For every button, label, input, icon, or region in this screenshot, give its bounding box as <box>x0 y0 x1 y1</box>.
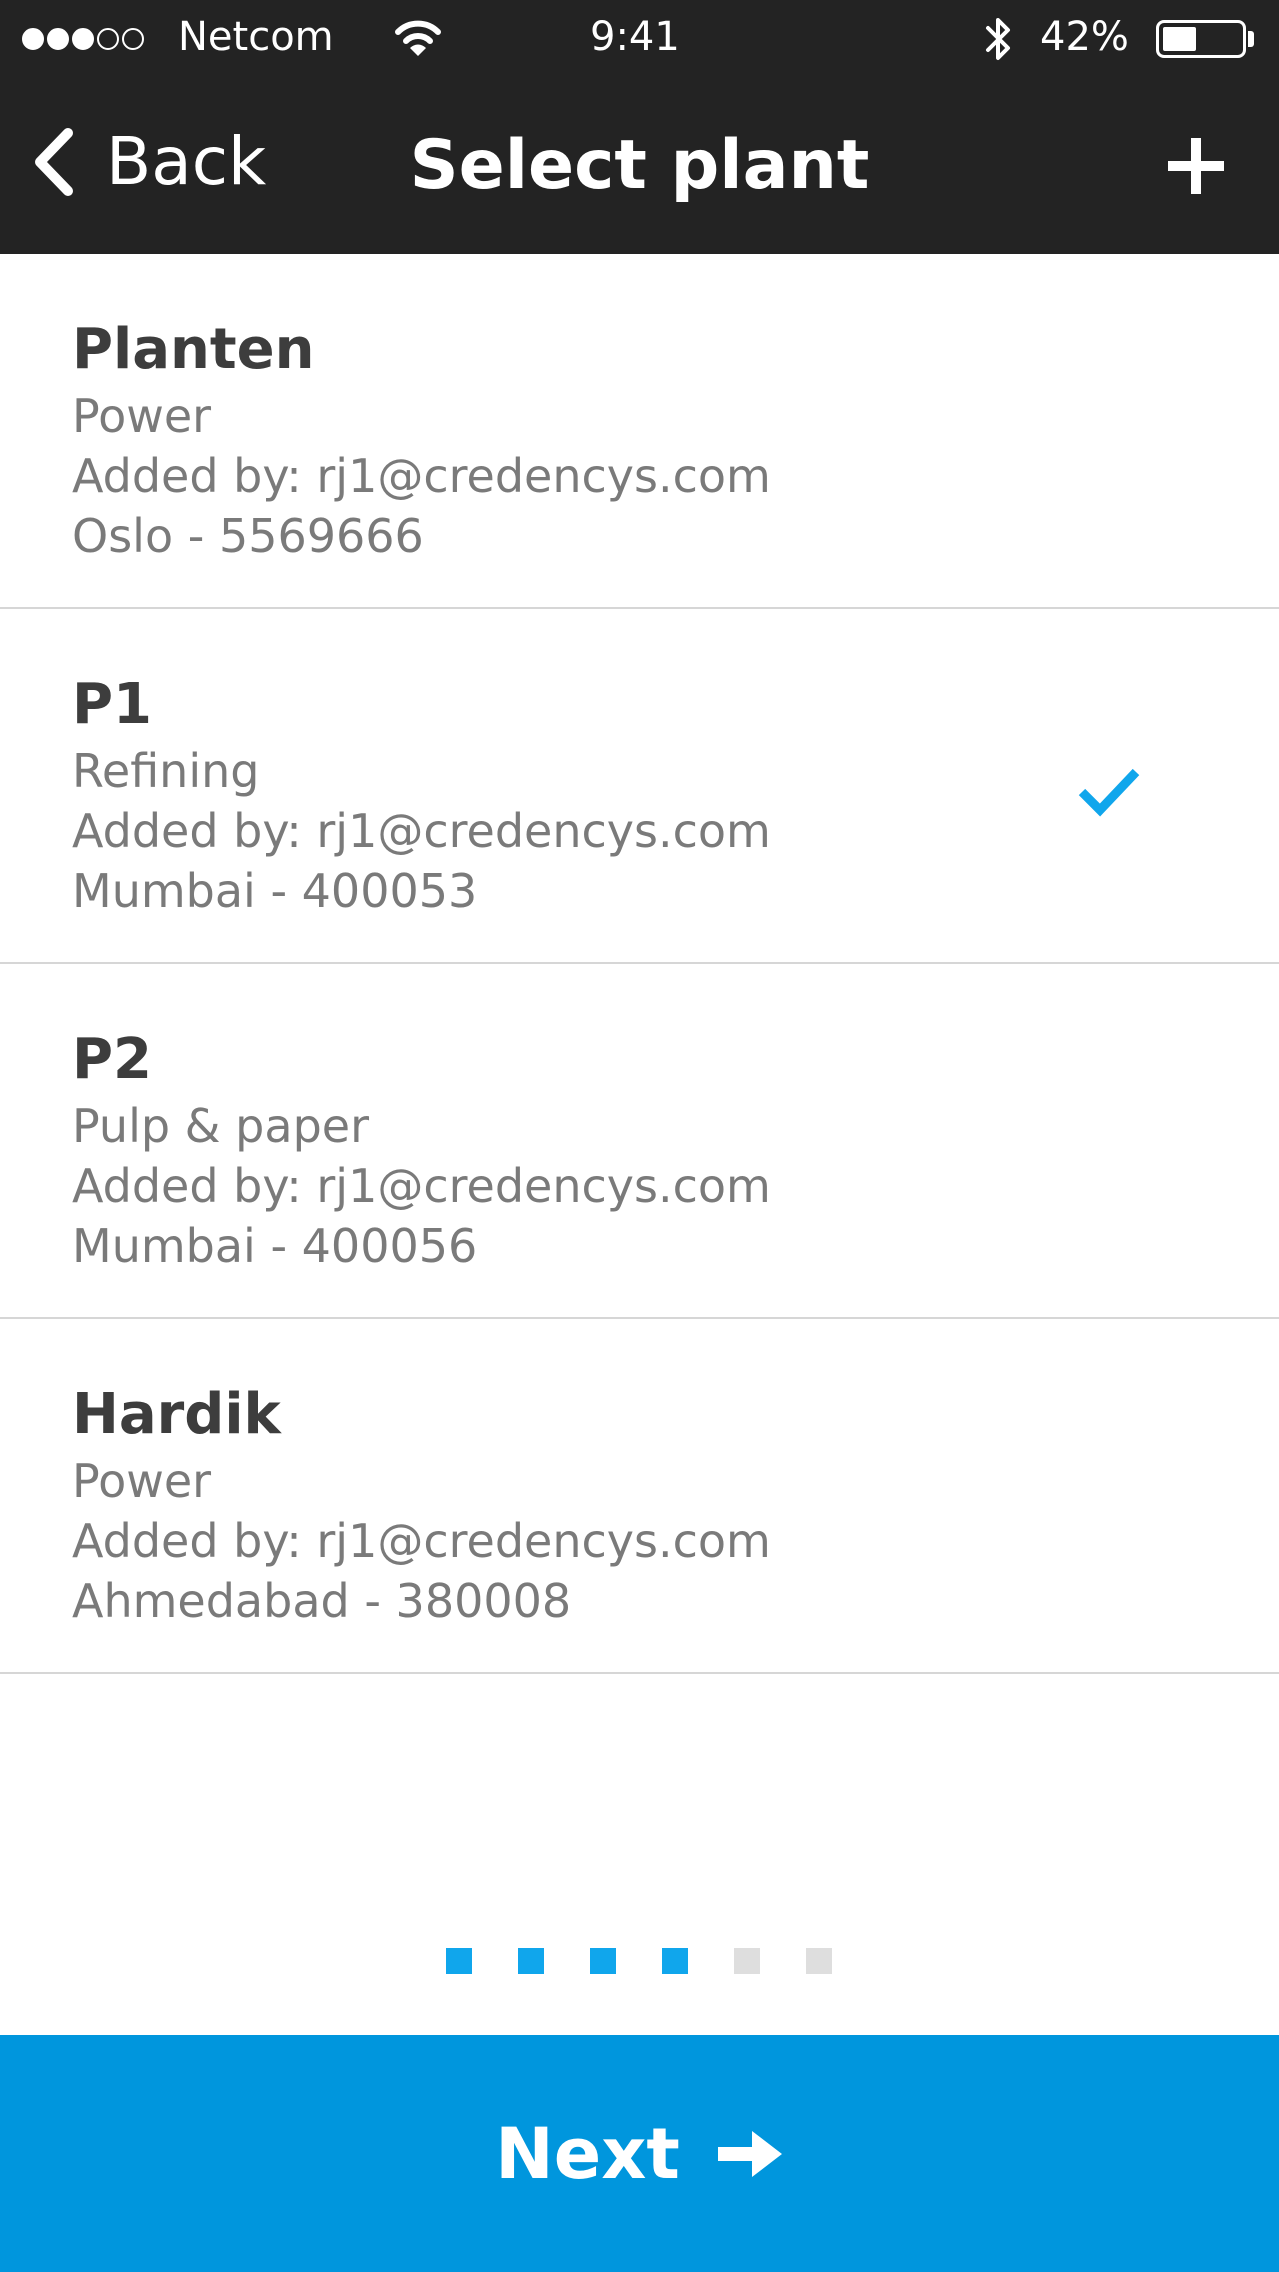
plant-industry: Pulp & paper <box>72 1099 369 1153</box>
plus-icon <box>1168 138 1224 194</box>
step-dot-pending <box>734 1948 760 1974</box>
plant-location: Mumbai - 400056 <box>72 1219 478 1273</box>
step-dot-completed <box>590 1948 616 1974</box>
plant-item-text: P2 Pulp & paper Added by: rj1@credencys.… <box>72 1024 771 1276</box>
battery-tip <box>1248 31 1254 47</box>
step-dot-pending <box>806 1948 832 1974</box>
signal-dot <box>97 28 119 50</box>
plant-name: Hardik <box>72 1382 281 1447</box>
plant-added-by: Added by: rj1@credencys.com <box>72 449 771 503</box>
plant-industry: Power <box>72 389 212 443</box>
step-dot-completed <box>446 1948 472 1974</box>
plant-list: Planten Power Added by: rj1@credencys.co… <box>0 254 1279 1674</box>
step-dot-completed <box>518 1948 544 1974</box>
plant-list-item[interactable]: Hardik Power Added by: rj1@credencys.com… <box>0 1319 1279 1674</box>
plant-item-text: Hardik Power Added by: rj1@credencys.com… <box>72 1379 771 1631</box>
next-button-label: Next <box>495 2112 680 2195</box>
signal-dot <box>22 28 44 50</box>
plant-added-by: Added by: rj1@credencys.com <box>72 804 771 858</box>
plant-added-by: Added by: rj1@credencys.com <box>72 1159 771 1213</box>
signal-dot <box>122 28 144 50</box>
signal-strength-icon <box>22 26 147 52</box>
bluetooth-icon <box>986 18 1010 60</box>
plant-added-by: Added by: rj1@credencys.com <box>72 1514 771 1568</box>
plant-name: P1 <box>72 672 153 737</box>
status-bar: Netcom 9:41 42% <box>0 0 1279 78</box>
plant-list-item[interactable]: P1 Refining Added by: rj1@credencys.com … <box>0 609 1279 964</box>
plant-industry: Refining <box>72 744 260 798</box>
battery-percentage: 42% <box>1040 14 1129 60</box>
page-title: Select plant <box>409 126 870 205</box>
plant-industry: Power <box>72 1454 212 1508</box>
plant-name: P2 <box>72 1027 153 1092</box>
plant-location: Mumbai - 400053 <box>72 864 478 918</box>
plant-item-text: P1 Refining Added by: rj1@credencys.com … <box>72 669 771 921</box>
plant-item-text: Planten Power Added by: rj1@credencys.co… <box>72 314 771 566</box>
plant-location: Oslo - 5569666 <box>72 509 424 563</box>
arrow-right-icon <box>717 2130 782 2177</box>
step-indicator <box>446 1948 832 1974</box>
step-dot-completed <box>662 1948 688 1974</box>
wifi-icon <box>395 20 441 56</box>
carrier-name: Netcom <box>178 14 334 60</box>
plant-location: Ahmedabad - 380008 <box>72 1574 572 1628</box>
plant-list-item[interactable]: P2 Pulp & paper Added by: rj1@credencys.… <box>0 964 1279 1319</box>
navigation-bar: Back Select plant <box>0 78 1279 254</box>
plant-list-item[interactable]: Planten Power Added by: rj1@credencys.co… <box>0 254 1279 609</box>
add-plant-button[interactable] <box>1164 134 1228 198</box>
battery-icon <box>1156 20 1246 58</box>
status-time: 9:41 <box>590 14 680 60</box>
signal-dot <box>47 28 69 50</box>
checkmark-icon <box>1078 768 1140 817</box>
next-button[interactable]: Next <box>0 2035 1279 2272</box>
battery-level-fill <box>1163 27 1196 51</box>
signal-dot <box>72 28 94 50</box>
plant-name: Planten <box>72 317 315 382</box>
